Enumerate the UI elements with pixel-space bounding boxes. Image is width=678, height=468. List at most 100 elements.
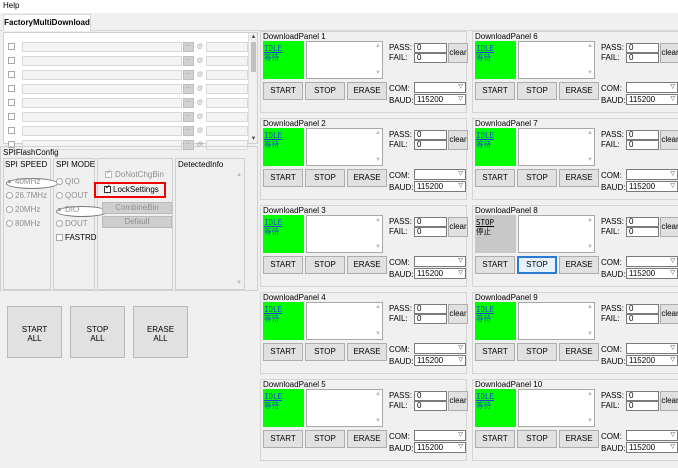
clear-button[interactable]: clear <box>660 304 678 324</box>
clear-button[interactable]: clear <box>448 217 468 237</box>
file-enable-checkbox[interactable] <box>8 43 15 50</box>
combinebin-button[interactable]: CombineBin <box>102 202 172 214</box>
default-button[interactable]: Default <box>102 216 172 228</box>
spi-mode-radio[interactable] <box>56 178 63 185</box>
file-path-field[interactable] <box>22 70 182 80</box>
scroll-up-icon[interactable]: ▲ <box>375 217 381 224</box>
baud-select[interactable]: 115200 ▽ <box>626 94 678 105</box>
spi-mode-radio[interactable] <box>56 206 108 217</box>
browse-button[interactable]: ··· <box>183 112 194 122</box>
start-button[interactable]: START <box>263 343 303 361</box>
stop-button[interactable]: STOP <box>305 256 345 274</box>
file-enable-checkbox[interactable] <box>8 57 15 64</box>
stop-button[interactable]: STOP <box>305 343 345 361</box>
file-enable-checkbox[interactable] <box>8 85 15 92</box>
scroll-up-icon[interactable]: ▲ <box>587 43 593 50</box>
scroll-up-icon[interactable]: ▲ <box>375 304 381 311</box>
start-all-button[interactable]: START ALL <box>7 306 62 358</box>
panel-log[interactable]: ▲ ▼ <box>518 41 595 79</box>
erase-button[interactable]: ERASE <box>559 430 599 448</box>
scroll-thumb[interactable] <box>251 42 256 72</box>
stop-button[interactable]: STOP <box>517 169 557 187</box>
baud-select[interactable]: 115200 ▽ <box>414 268 466 279</box>
file-path-field[interactable] <box>22 42 182 52</box>
file-address-field[interactable] <box>206 56 248 66</box>
stop-button[interactable]: STOP <box>517 82 557 100</box>
scroll-down-icon[interactable]: ▼ <box>236 280 242 286</box>
scroll-up-icon[interactable]: ▲ <box>375 43 381 50</box>
scroll-down-icon[interactable]: ▼ <box>375 331 381 338</box>
scroll-down-icon[interactable]: ▼ <box>249 135 258 143</box>
com-select[interactable]: ▽ <box>626 169 678 180</box>
clear-button[interactable]: clear <box>448 43 468 63</box>
scroll-up-icon[interactable]: ▲ <box>375 391 381 398</box>
file-address-field[interactable] <box>206 98 248 108</box>
start-button[interactable]: START <box>263 82 303 100</box>
com-select[interactable]: ▽ <box>626 256 678 267</box>
panel-log[interactable]: ▲ ▼ <box>306 41 383 79</box>
scroll-down-icon[interactable]: ▼ <box>587 70 593 77</box>
com-select[interactable]: ▽ <box>414 256 466 267</box>
erase-button[interactable]: ERASE <box>347 256 387 274</box>
stop-button[interactable]: STOP <box>305 430 345 448</box>
file-path-field[interactable] <box>22 126 182 136</box>
stop-button[interactable]: STOP <box>305 169 345 187</box>
clear-button[interactable]: clear <box>448 130 468 150</box>
scroll-down-icon[interactable]: ▼ <box>587 244 593 251</box>
menu-help[interactable]: Help <box>3 1 19 10</box>
scroll-down-icon[interactable]: ▼ <box>587 157 593 164</box>
start-button[interactable]: START <box>263 430 303 448</box>
spi-mode-radio[interactable] <box>56 192 63 199</box>
baud-select[interactable]: 115200 ▽ <box>414 181 466 192</box>
scroll-up-icon[interactable]: ▲ <box>587 304 593 311</box>
fastrd-checkbox[interactable] <box>56 234 63 241</box>
start-button[interactable]: START <box>475 169 515 187</box>
stop-all-button[interactable]: STOP ALL <box>70 306 125 358</box>
com-select[interactable]: ▽ <box>414 82 466 93</box>
scroll-up-icon[interactable]: ▲ <box>587 217 593 224</box>
file-enable-checkbox[interactable] <box>8 113 15 120</box>
stop-button[interactable]: STOP <box>517 343 557 361</box>
start-button[interactable]: START <box>263 169 303 187</box>
panel-log[interactable]: ▲ ▼ <box>306 389 383 427</box>
file-path-field[interactable] <box>22 56 182 66</box>
clear-button[interactable]: clear <box>448 391 468 411</box>
spi-speed-radio[interactable] <box>6 206 13 213</box>
com-select[interactable]: ▽ <box>626 82 678 93</box>
panel-log[interactable]: ▲ ▼ <box>518 128 595 166</box>
panel-log[interactable]: ▲ ▼ <box>518 302 595 340</box>
start-button[interactable]: START <box>475 343 515 361</box>
scroll-down-icon[interactable]: ▼ <box>375 70 381 77</box>
file-address-field[interactable] <box>206 112 248 122</box>
browse-button[interactable]: ··· <box>183 56 194 66</box>
baud-select[interactable]: 115200 ▽ <box>414 442 466 453</box>
file-address-field[interactable] <box>206 126 248 136</box>
spi-speed-radio[interactable] <box>6 220 13 227</box>
erase-button[interactable]: ERASE <box>559 82 599 100</box>
start-button[interactable]: START <box>475 256 515 274</box>
erase-button[interactable]: ERASE <box>347 343 387 361</box>
file-enable-checkbox[interactable] <box>8 127 15 134</box>
browse-button[interactable]: ··· <box>183 126 194 136</box>
com-select[interactable]: ▽ <box>626 343 678 354</box>
stop-button[interactable]: STOP <box>305 82 345 100</box>
baud-select[interactable]: 115200 ▽ <box>626 181 678 192</box>
scroll-down-icon[interactable]: ▼ <box>375 157 381 164</box>
panel-log[interactable]: ▲ ▼ <box>518 215 595 253</box>
erase-button[interactable]: ERASE <box>347 430 387 448</box>
panel-log[interactable]: ▲ ▼ <box>518 389 595 427</box>
start-button[interactable]: START <box>475 82 515 100</box>
browse-button[interactable]: ··· <box>183 98 194 108</box>
baud-select[interactable]: 115200 ▽ <box>626 442 678 453</box>
scroll-down-icon[interactable]: ▼ <box>375 418 381 425</box>
erase-all-button[interactable]: ERASE ALL <box>133 306 188 358</box>
file-address-field[interactable] <box>206 84 248 94</box>
panel-log[interactable]: ▲ ▼ <box>306 215 383 253</box>
erase-button[interactable]: ERASE <box>347 169 387 187</box>
baud-select[interactable]: 115200 ▽ <box>626 355 678 366</box>
file-enable-checkbox[interactable] <box>8 99 15 106</box>
scroll-up-icon[interactable]: ▲ <box>236 172 242 178</box>
file-path-field[interactable] <box>22 98 182 108</box>
browse-button[interactable]: ··· <box>183 70 194 80</box>
com-select[interactable]: ▽ <box>414 430 466 441</box>
